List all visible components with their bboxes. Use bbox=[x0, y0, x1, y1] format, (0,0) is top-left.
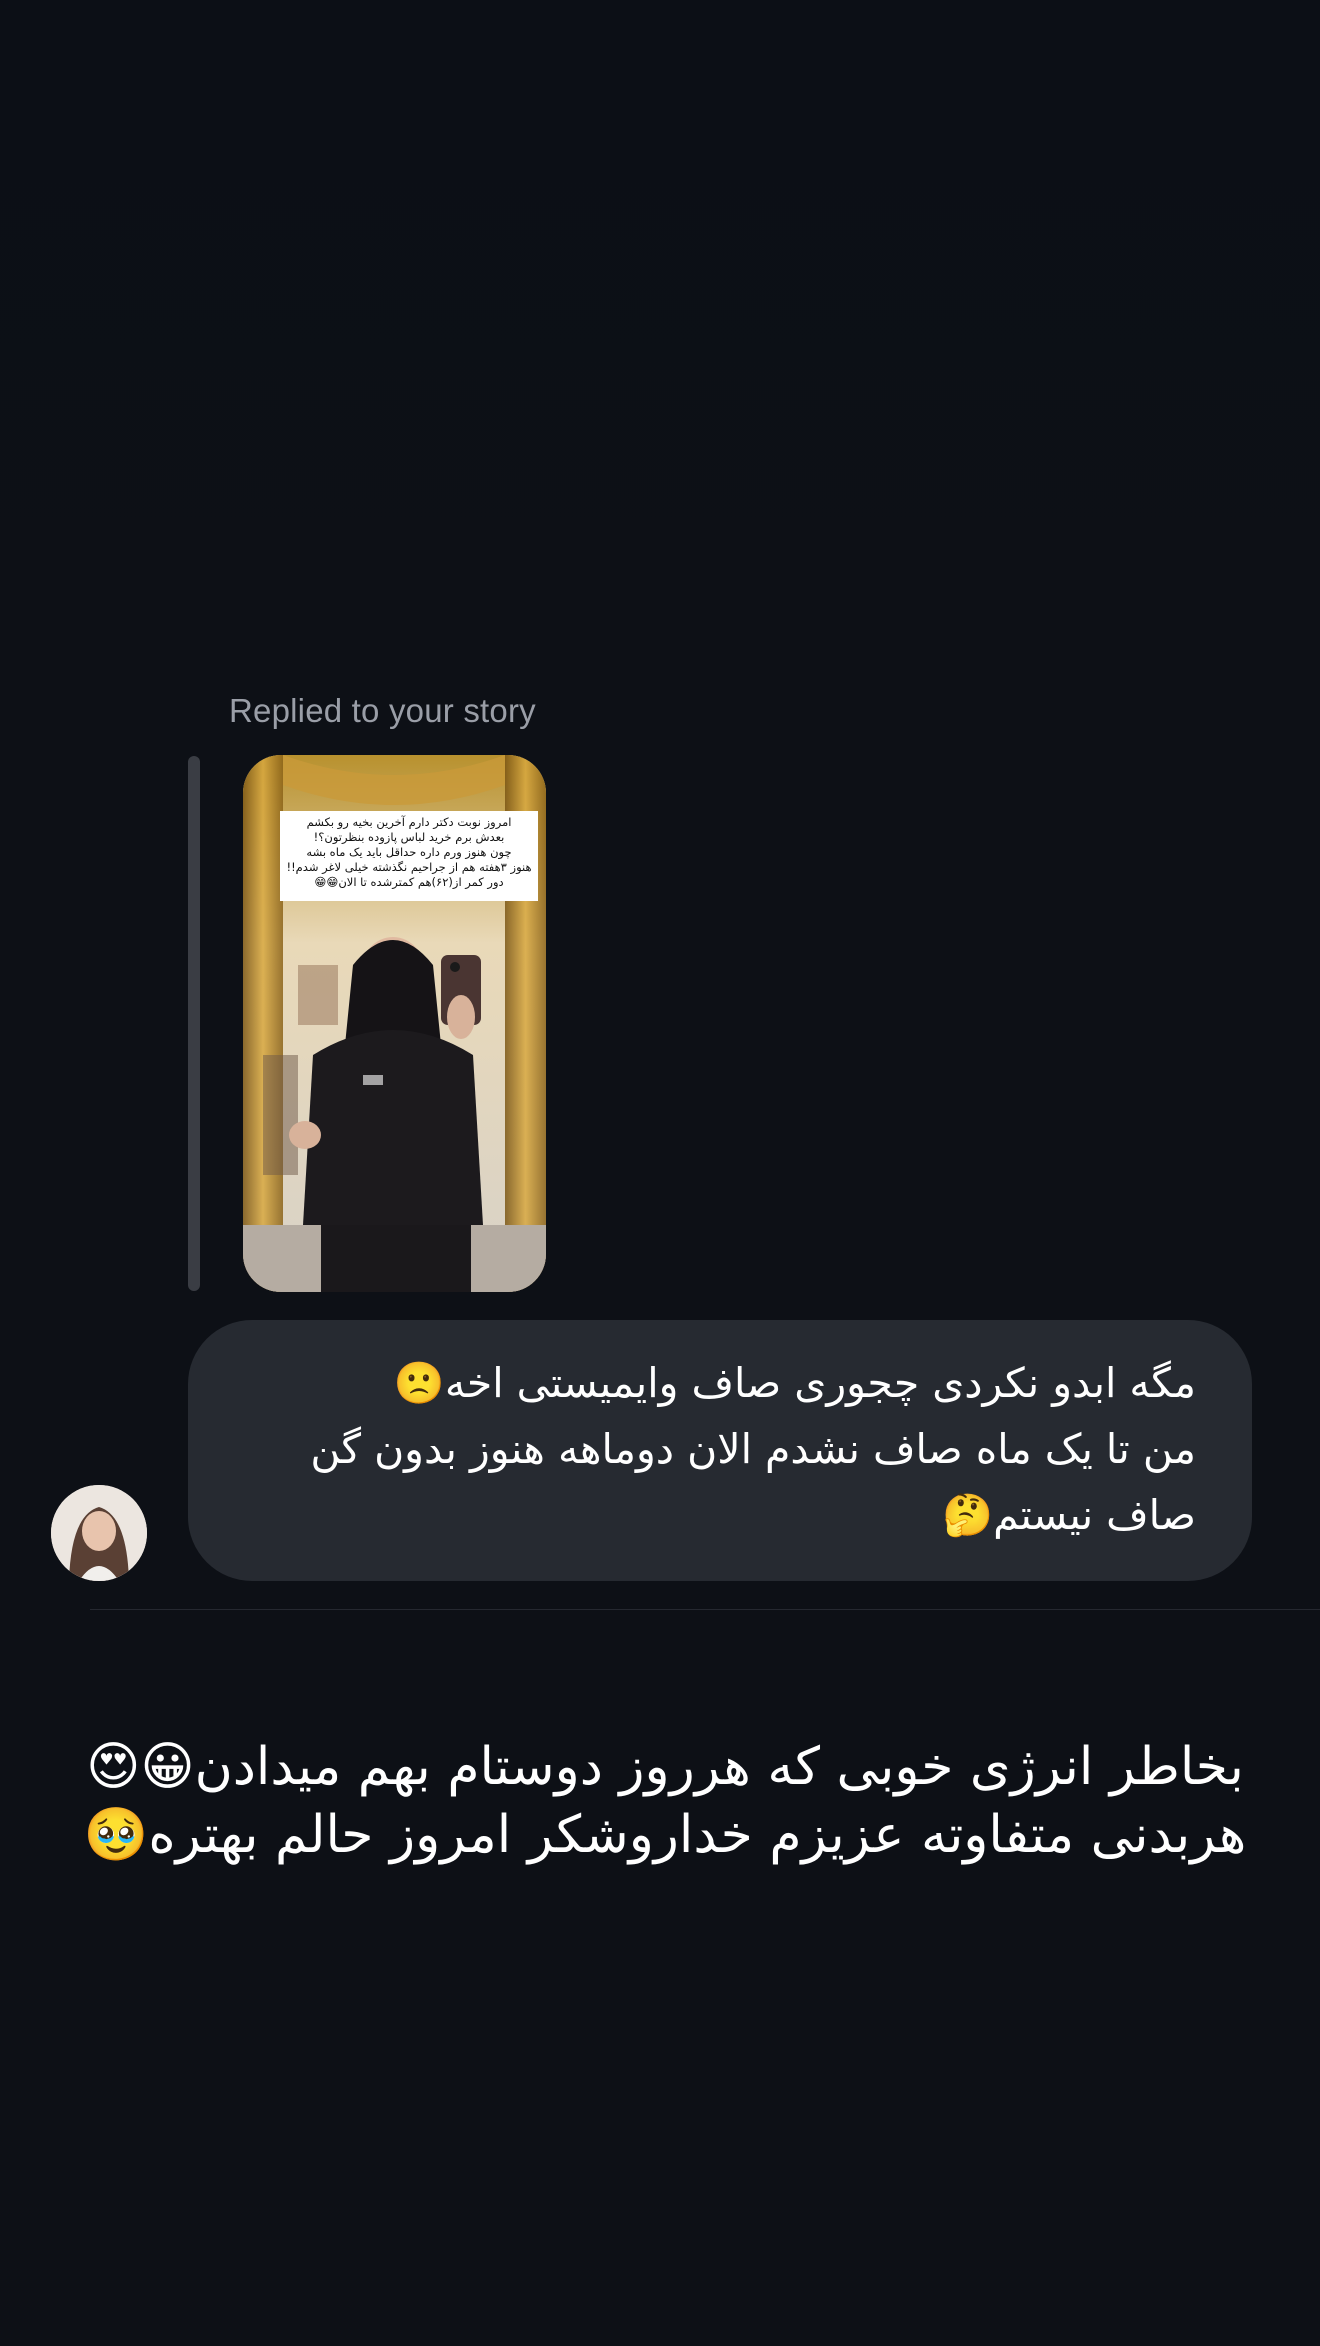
caption-line: بخاطر انرژی خوبی که هرروز دوستام بهم مید… bbox=[86, 1737, 1244, 1797]
story-text-line: بعدش برم خرید لباس پازوده بنظرتون؟! bbox=[313, 830, 505, 844]
story-text-line: امروز نوبت دکتر دارم آخرین بخیه رو بکشم bbox=[306, 815, 512, 829]
message-line: من تا یک ماه صاف نشدم الان دوماهه هنوز ب… bbox=[310, 1425, 1196, 1473]
avatar-icon bbox=[51, 1485, 147, 1581]
message-line: صاف نیستم🤔 bbox=[942, 1491, 1196, 1539]
story-text-line: هنوز ۳هفته هم از جراحیم نگذشته خیلی لاغر… bbox=[286, 860, 532, 874]
message-bubble[interactable]: مگه ابدو نکردی چجوری صاف وایمیستی اخه🙁 م… bbox=[188, 1320, 1252, 1581]
story-thumbnail[interactable]: امروز نوبت دکتر دارم آخرین بخیه رو بکشم … bbox=[243, 755, 546, 1292]
divider bbox=[90, 1609, 1320, 1610]
sender-avatar[interactable] bbox=[51, 1485, 147, 1581]
caption-line: هربدنی متفاوته عزیزم خداروشکر امروز حالم… bbox=[83, 1805, 1247, 1865]
message-line: مگه ابدو نکردی چجوری صاف وایمیستی اخه🙁 bbox=[393, 1359, 1196, 1407]
story-caption: بخاطر انرژی خوبی که هرروز دوستام بهم مید… bbox=[40, 1733, 1290, 1869]
story-text-overlay: امروز نوبت دکتر دارم آخرین بخیه رو بکشم … bbox=[280, 811, 538, 901]
replied-to-story-label: Replied to your story bbox=[229, 692, 536, 729]
reply-quote-bar bbox=[188, 756, 200, 1291]
story-text-line: چون هنوز ورم داره حداقل باید یک ماه بشه bbox=[306, 845, 512, 859]
background bbox=[0, 0, 1320, 700]
story-text-line: دور کمر از(۶۲)هم کمترشده تا الان😁😁 bbox=[314, 875, 504, 889]
